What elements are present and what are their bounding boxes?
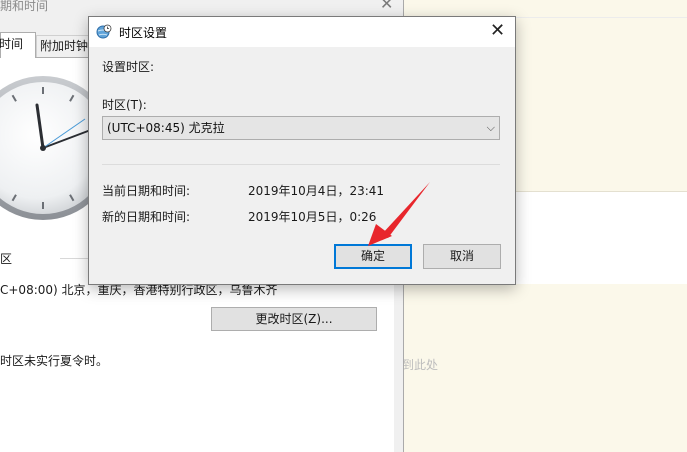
timezone-settings-dialog: 时区设置 ✕ 设置时区: 时区(T): (UTC+08:45) 尤克拉 ⌵ 当前…	[88, 16, 516, 285]
annotation-arrow-icon	[368, 182, 430, 246]
new-datetime-label: 新的日期和时间:	[102, 210, 191, 224]
change-timezone-button[interactable]: 更改时区(Z)...	[211, 307, 377, 331]
close-icon[interactable]: ✕	[490, 20, 505, 41]
drop-hint-text: 到此处	[402, 358, 439, 372]
timezone-label: 时区(T):	[102, 98, 147, 112]
globe-clock-icon	[96, 24, 112, 39]
timezone-dropdown[interactable]: (UTC+08:45) 尤克拉 ⌵	[102, 116, 500, 140]
chevron-down-icon: ⌵	[486, 121, 495, 134]
set-timezone-label: 设置时区:	[102, 60, 155, 74]
dialog-title: 时区设置	[119, 26, 168, 40]
timezone-dropdown-value: (UTC+08:45) 尤克拉	[107, 121, 225, 135]
dst-note: 时区未实行夏令时。	[0, 354, 109, 368]
tab-date-time[interactable]: 时间	[0, 32, 36, 58]
close-icon[interactable]: ✕	[380, 0, 393, 13]
tab-additional-clocks[interactable]: 附加时钟	[36, 35, 92, 57]
timezone-section-label: 区	[0, 252, 13, 266]
window-title: 期和时间	[0, 0, 49, 13]
divider	[102, 164, 500, 165]
current-datetime-label: 当前日期和时间:	[102, 184, 191, 198]
new-datetime-value: 2019年10月5日，0:26	[248, 210, 377, 224]
